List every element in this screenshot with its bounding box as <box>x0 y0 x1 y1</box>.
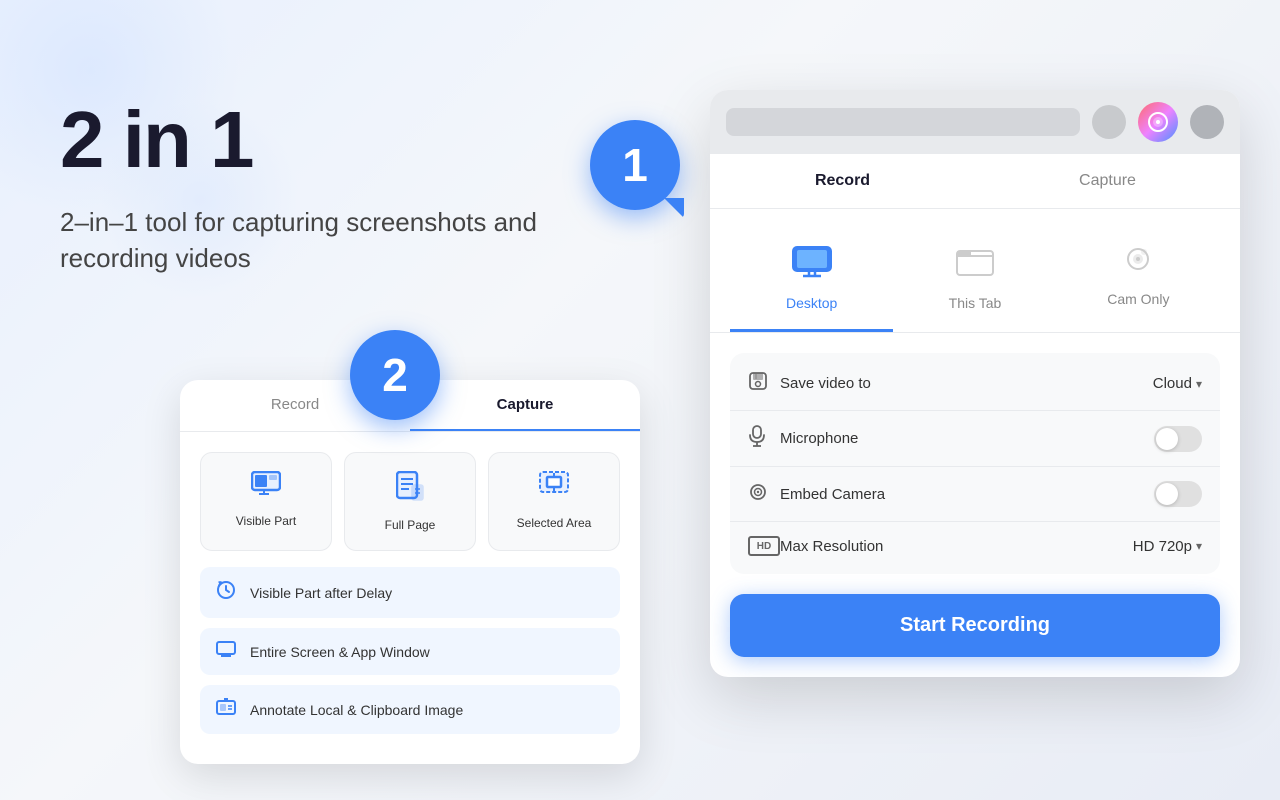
annotate-icon <box>216 698 236 721</box>
selected-area-icon <box>539 471 569 506</box>
panel-tab-capture[interactable]: Capture <box>975 154 1240 208</box>
max-resolution-label: Max Resolution <box>780 538 1133 555</box>
list-item-visible-delay[interactable]: Visible Part after Delay <box>200 567 620 618</box>
record-panel: Record Capture Desktop <box>710 90 1240 677</box>
setting-max-resolution: HD Max Resolution HD 720p ▾ <box>730 522 1220 570</box>
microphone-icon <box>748 425 780 452</box>
setting-embed-camera: Embed Camera <box>730 467 1220 522</box>
panel-tabs: Record Capture <box>710 154 1240 209</box>
capture-selected-area-label: Selected Area <box>517 516 592 530</box>
max-resolution-icon: HD <box>748 536 780 556</box>
embed-camera-icon <box>748 483 780 506</box>
max-resolution-value[interactable]: HD 720p ▾ <box>1133 538 1202 555</box>
capture-selected-area[interactable]: Selected Area <box>488 452 620 551</box>
capture-panel: Record Capture Visible Part <box>180 380 640 764</box>
visible-delay-icon <box>216 580 236 605</box>
badge-1: 1 <box>590 120 680 210</box>
visible-delay-label: Visible Part after Delay <box>250 585 392 601</box>
visible-part-icon <box>251 471 281 504</box>
settings-panel: Save video to Cloud ▾ Microphone <box>710 333 1240 677</box>
microphone-toggle[interactable] <box>1154 426 1202 452</box>
entire-screen-icon <box>216 641 236 662</box>
settings-box: Save video to Cloud ▾ Microphone <box>730 353 1220 574</box>
embed-camera-label: Embed Camera <box>780 486 1154 503</box>
full-page-icon <box>396 471 424 508</box>
annotate-label: Annotate Local & Clipboard Image <box>250 702 463 718</box>
topbar-avatar <box>1190 105 1224 139</box>
panel-topbar <box>710 90 1240 154</box>
save-video-icon <box>748 371 780 396</box>
mode-tab-this-tab[interactable]: This Tab <box>893 229 1056 332</box>
hero-title: 2 in 1 <box>60 100 620 180</box>
cam-only-mode-label: Cam Only <box>1107 291 1169 307</box>
mode-tab-desktop[interactable]: Desktop <box>730 229 893 332</box>
save-video-dropdown-arrow: ▾ <box>1196 377 1202 391</box>
capture-full-page-label: Full Page <box>385 518 436 532</box>
this-tab-icon <box>955 245 995 287</box>
setting-microphone: Microphone <box>730 411 1220 467</box>
mode-tabs: Desktop This Tab Cam Only <box>710 209 1240 333</box>
capture-visible-part[interactable]: Visible Part <box>200 452 332 551</box>
panel-tab-record[interactable]: Record <box>710 154 975 208</box>
capture-grid: Visible Part Full Page <box>200 452 620 551</box>
desktop-mode-icon <box>791 245 833 287</box>
capture-full-page[interactable]: Full Page <box>344 452 476 551</box>
hero-subtitle: 2–in–1 tool for capturing screenshots an… <box>60 204 540 277</box>
resolution-dropdown-arrow: ▾ <box>1196 539 1202 553</box>
tab-capture[interactable]: Capture <box>410 380 640 431</box>
desktop-mode-label: Desktop <box>786 295 837 311</box>
list-item-entire-screen[interactable]: Entire Screen & App Window <box>200 628 620 675</box>
save-video-value[interactable]: Cloud ▾ <box>1153 375 1202 392</box>
embed-camera-toggle[interactable] <box>1154 481 1202 507</box>
cam-only-icon <box>1119 245 1157 283</box>
this-tab-mode-label: This Tab <box>949 295 1002 311</box>
capture-content: Visible Part Full Page <box>180 432 640 764</box>
topbar-app-icon <box>1138 102 1178 142</box>
topbar-dot <box>1092 105 1126 139</box>
topbar-search-bar <box>726 108 1080 136</box>
start-recording-button[interactable]: Start Recording <box>730 594 1220 657</box>
save-video-label: Save video to <box>780 375 1153 392</box>
setting-save-video: Save video to Cloud ▾ <box>730 357 1220 411</box>
mode-tab-cam-only[interactable]: Cam Only <box>1057 229 1220 332</box>
microphone-label: Microphone <box>780 430 1154 447</box>
left-panel: 2 in 1 2–in–1 tool for capturing screens… <box>60 100 620 317</box>
entire-screen-label: Entire Screen & App Window <box>250 644 430 660</box>
list-item-annotate[interactable]: Annotate Local & Clipboard Image <box>200 685 620 734</box>
badge-2: 2 <box>350 330 440 420</box>
capture-visible-part-label: Visible Part <box>236 514 296 528</box>
